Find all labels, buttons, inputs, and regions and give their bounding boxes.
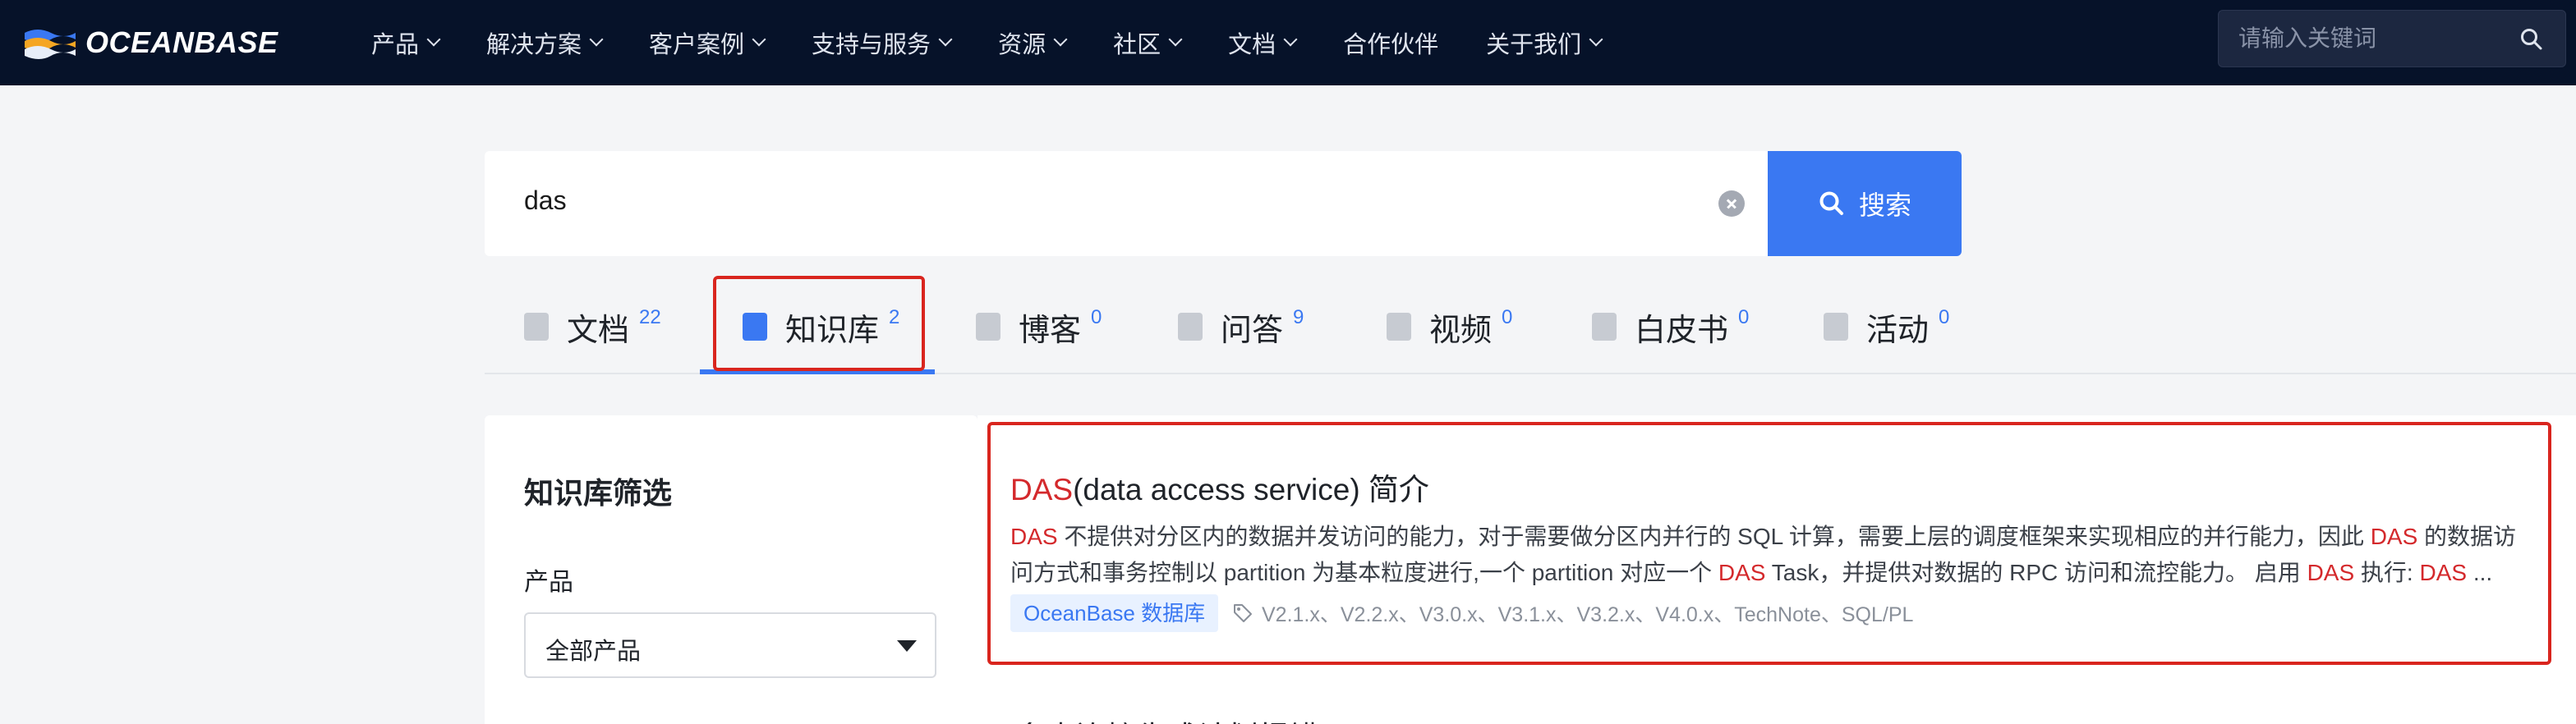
nav-item[interactable]: 客户案例: [649, 25, 766, 60]
tab-count: 0: [1502, 306, 1513, 328]
tab-highlight-box: [713, 276, 925, 371]
product-filter-label: 产品: [524, 569, 573, 596]
tab-label: 博客: [1019, 313, 1082, 348]
tab-label: 视频: [1429, 313, 1493, 348]
tab-count: 22: [639, 306, 661, 328]
chevron-down-icon: [1589, 32, 1603, 47]
brand-name: OCEANBASE: [85, 25, 278, 59]
nav-item-label: 解决方案: [486, 32, 582, 58]
chevron-down-icon: [1053, 32, 1068, 47]
nav-item[interactable]: 文档: [1228, 25, 1298, 60]
tab-whitepaper[interactable]: 白皮书 0: [1592, 279, 1749, 374]
clear-icon[interactable]: [1718, 190, 1745, 217]
product-select-value: 全部产品: [545, 639, 642, 665]
global-search-input[interactable]: [2219, 11, 2514, 66]
nav-item-label: 合作伙伴: [1343, 32, 1439, 58]
oceanbase-logo-icon: [25, 30, 76, 59]
tab-qa[interactable]: 问答 9: [1178, 279, 1304, 374]
nav-item-label: 关于我们: [1486, 32, 1582, 58]
next-result-title[interactable]: 多表连接生成计划报错...: [1015, 713, 1345, 724]
nav-item[interactable]: 支持与服务: [812, 25, 953, 60]
search-button[interactable]: 搜索: [1768, 151, 1962, 256]
caret-down-icon: [897, 640, 917, 652]
doc-icon: [524, 313, 549, 341]
whitepaper-icon: [1592, 313, 1617, 341]
nav-item[interactable]: 资源: [998, 25, 1068, 60]
tab-count: 0: [1738, 306, 1750, 328]
top-navbar: OCEANBASE 产品 解决方案 客户案例 支持与服务 资源 社区 文档 合作伙伴 关于我们: [0, 0, 2576, 85]
chevron-down-icon: [938, 32, 953, 47]
tab-doc[interactable]: 文档 22: [524, 279, 661, 374]
search-input-box[interactable]: das: [485, 151, 1768, 256]
tab-event[interactable]: 活动 0: [1824, 279, 1949, 374]
search-icon: [1819, 191, 1843, 215]
filter-panel: 知识库筛选 产品 全部产品: [485, 415, 978, 724]
nav-item-label: 支持与服务: [812, 32, 932, 58]
nav-item[interactable]: 关于我们: [1486, 25, 1603, 60]
nav-item-label: 社区: [1113, 32, 1162, 58]
search-input-value[interactable]: das: [524, 186, 567, 216]
tab-label: 活动: [1866, 313, 1930, 348]
tab-label: 文档: [567, 313, 630, 348]
blog-icon: [976, 313, 1000, 341]
tab-label: 问答: [1221, 313, 1284, 348]
search-button-label: 搜索: [1858, 190, 1911, 220]
event-icon: [1824, 313, 1848, 341]
qa-icon: [1178, 313, 1203, 341]
nav-item-label: 产品: [371, 32, 420, 58]
nav-item[interactable]: 合作伙伴: [1343, 25, 1438, 60]
tab-count: 9: [1293, 306, 1304, 328]
tab-label: 白皮书: [1635, 313, 1729, 348]
search-icon[interactable]: [2519, 27, 2544, 52]
chevron-down-icon: [426, 32, 441, 47]
global-search[interactable]: [2218, 10, 2566, 67]
tab-blog[interactable]: 博客 0: [976, 279, 1102, 374]
oceanbase-logo[interactable]: OCEANBASE: [23, 20, 278, 66]
chevron-down-icon: [1283, 32, 1298, 47]
nav-item-label: 文档: [1228, 32, 1276, 58]
nav-item[interactable]: 解决方案: [486, 25, 604, 60]
tab-count: 0: [1939, 306, 1950, 328]
nav-item-label: 资源: [998, 32, 1046, 58]
chevron-down-icon: [752, 32, 766, 47]
video-icon: [1387, 313, 1411, 341]
chevron-down-icon: [1168, 32, 1183, 47]
chevron-down-icon: [589, 32, 604, 47]
nav-item-label: 客户案例: [649, 32, 745, 58]
nav-item[interactable]: 产品: [371, 25, 441, 60]
tab-video[interactable]: 视频 0: [1387, 279, 1512, 374]
product-select[interactable]: 全部产品: [524, 612, 936, 678]
nav-item[interactable]: 社区: [1113, 25, 1183, 60]
tab-count: 0: [1091, 306, 1102, 328]
result-highlight-box: [987, 422, 2551, 665]
filter-title: 知识库筛选: [524, 476, 673, 510]
main-nav: 产品 解决方案 客户案例 支持与服务 资源 社区 文档 合作伙伴 关于我们: [371, 0, 1649, 85]
